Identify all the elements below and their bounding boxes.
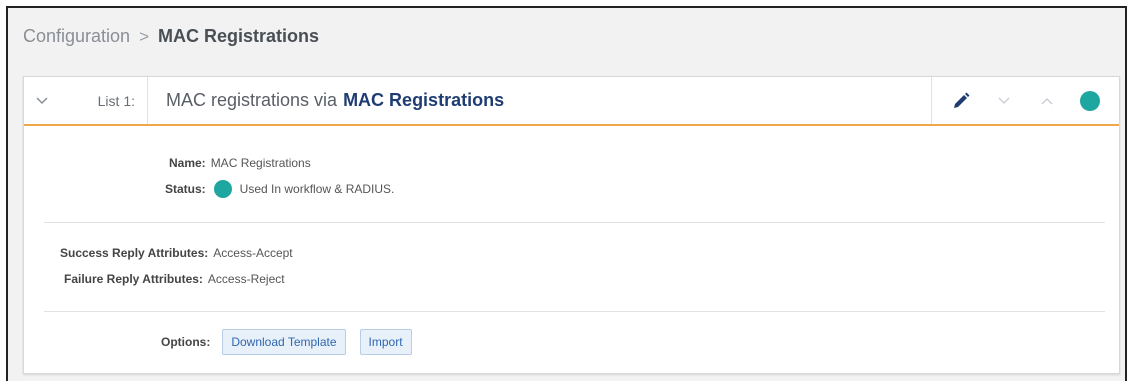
status-dot-icon: [1079, 90, 1100, 111]
list-actions: [931, 77, 1119, 124]
status-value: Used In workflow & RADIUS.: [239, 182, 395, 196]
options-label: Options:: [161, 335, 211, 349]
name-label: Name:: [169, 156, 206, 170]
failure-label: Failure Reply Attributes:: [64, 272, 203, 286]
list-panel: List 1: MAC registrations via MAC Regist…: [23, 76, 1120, 374]
breadcrumb-separator: >: [139, 26, 150, 46]
collapse-toggle[interactable]: [24, 77, 60, 124]
import-button[interactable]: Import: [359, 329, 412, 355]
name-value: MAC Registrations: [210, 156, 311, 170]
chevron-down-icon: [998, 97, 1010, 104]
breadcrumb: Configuration > MAC Registrations: [23, 26, 319, 47]
list-panel-header: List 1: MAC registrations via MAC Regist…: [24, 77, 1119, 126]
divider: [44, 311, 1105, 312]
status-label: Status:: [165, 182, 206, 196]
breadcrumb-current: MAC Registrations: [158, 26, 320, 46]
success-value: Access-Accept: [213, 246, 293, 260]
status-row: Status: Used In workflow & RADIUS.: [165, 180, 394, 198]
list-title-link[interactable]: MAC Registrations: [343, 90, 504, 111]
download-template-button[interactable]: Download Template: [222, 329, 346, 355]
status-indicator: [1076, 87, 1104, 115]
status-dot-icon: [213, 180, 232, 198]
breadcrumb-root[interactable]: Configuration: [23, 26, 130, 47]
success-row: Success Reply Attributes: Access-Accept: [60, 246, 293, 260]
edit-button[interactable]: [947, 87, 975, 115]
move-up-button[interactable]: [1033, 87, 1061, 115]
failure-row: Failure Reply Attributes: Access-Reject: [64, 272, 285, 286]
chevron-up-icon: [1041, 97, 1053, 104]
list-title: MAC registrations via MAC Registrations: [148, 77, 931, 124]
list-title-prefix: MAC registrations via: [166, 90, 338, 110]
options-row: Options: Download Template Import: [161, 329, 412, 355]
chevron-down-icon: [36, 96, 48, 104]
name-row: Name: MAC Registrations: [169, 156, 311, 170]
list-number-label: List 1:: [60, 77, 148, 124]
pencil-icon: [954, 92, 970, 108]
divider: [44, 222, 1105, 223]
app-frame: Configuration > MAC Registrations List 1…: [6, 6, 1127, 381]
success-label: Success Reply Attributes:: [60, 246, 209, 260]
move-down-button[interactable]: [990, 87, 1018, 115]
failure-value: Access-Reject: [207, 272, 285, 286]
